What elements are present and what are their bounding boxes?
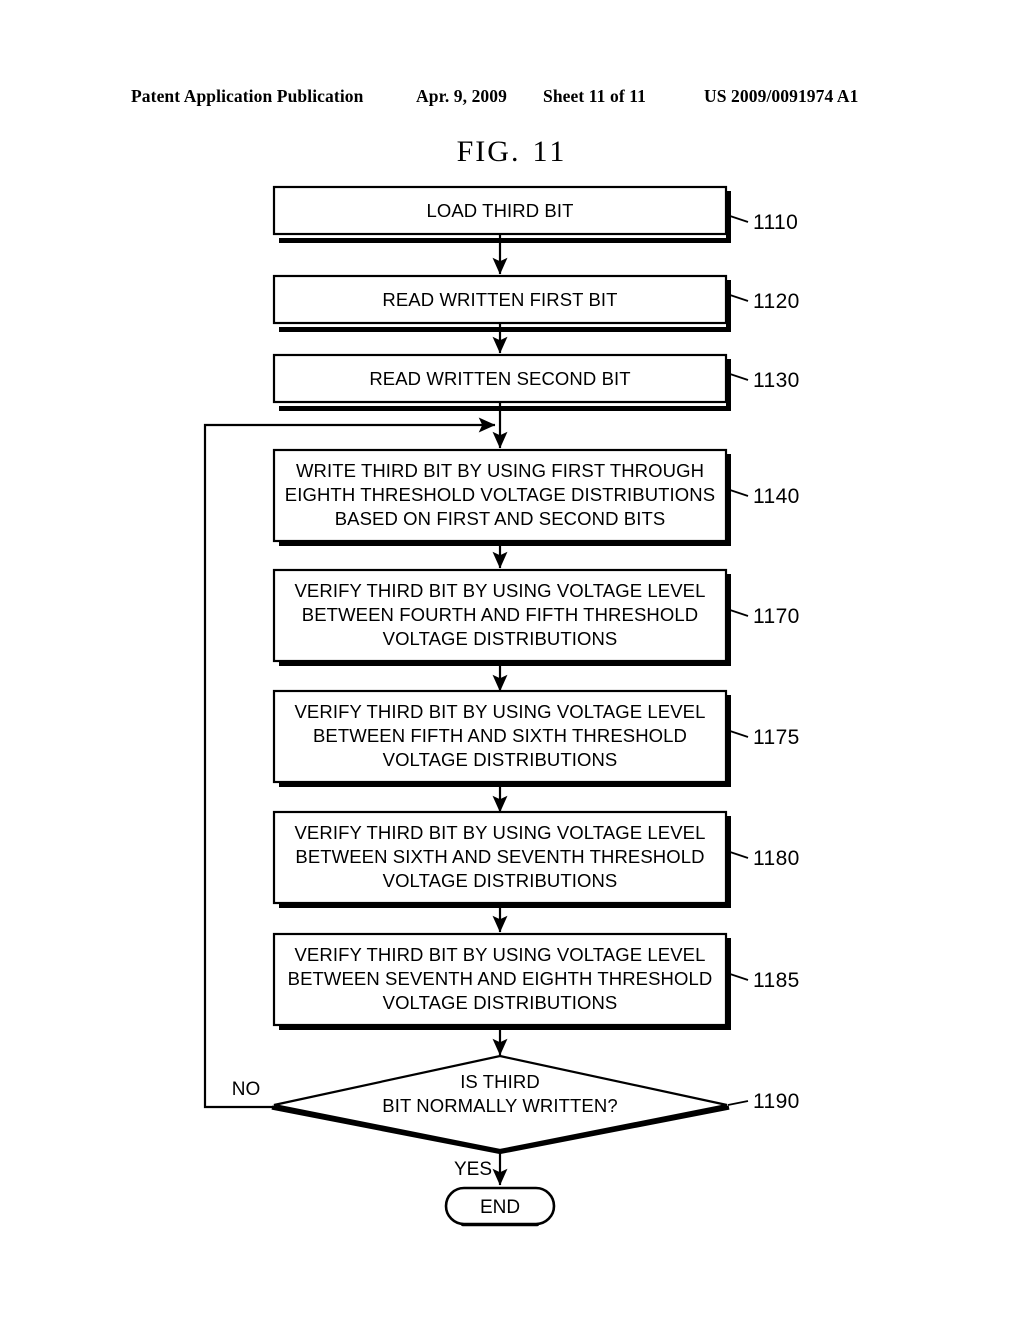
node-1180-line-2: VOLTAGE DISTRIBUTIONS xyxy=(383,870,618,891)
node-1110-line-0: LOAD THIRD BIT xyxy=(426,200,573,221)
node-1120-line-0: READ WRITTEN FIRST BIT xyxy=(382,289,617,310)
flowchart-diagram: LOAD THIRD BIT 1110 READ WRITTEN FIRST B… xyxy=(203,185,800,1227)
node-1170-line-0: VERIFY THIRD BIT BY USING VOLTAGE LEVEL xyxy=(294,580,705,601)
node-1140-line-0: WRITE THIRD BIT BY USING FIRST THROUGH xyxy=(296,460,704,481)
node-1130-shadow xyxy=(279,406,731,411)
node-1180-line-0: VERIFY THIRD BIT BY USING VOLTAGE LEVEL xyxy=(294,822,705,843)
node-1185-line-1: BETWEEN SEVENTH AND EIGHTH THRESHOLD xyxy=(288,968,713,989)
node-1140-line-1: EIGHTH THRESHOLD VOLTAGE DISTRIBUTIONS xyxy=(285,484,715,505)
node-1170-line-1: BETWEEN FOURTH AND FIFTH THRESHOLD xyxy=(302,604,698,625)
node-1190-line-1: BIT NORMALLY WRITTEN? xyxy=(382,1095,617,1116)
node-1120-ref: 1120 xyxy=(753,290,800,313)
node-1110-ref: 1110 xyxy=(753,211,798,234)
node-1140-ref: 1140 xyxy=(753,485,800,508)
node-1110[interactable]: LOAD THIRD BIT 1110 xyxy=(272,185,798,243)
node-1130-ref: 1130 xyxy=(753,369,800,392)
node-1175-line-1: BETWEEN FIFTH AND SIXTH THRESHOLD xyxy=(313,725,687,746)
node-1190[interactable]: IS THIRD BIT NORMALLY WRITTEN? 1190 xyxy=(271,1054,800,1155)
branch-label-no: NO xyxy=(232,1079,261,1100)
node-1185-line-2: VOLTAGE DISTRIBUTIONS xyxy=(383,992,618,1013)
node-1120[interactable]: READ WRITTEN FIRST BIT 1120 xyxy=(272,274,800,332)
node-1190-line-0: IS THIRD xyxy=(460,1071,540,1092)
node-1170[interactable]: VERIFY THIRD BIT BY USING VOLTAGE LEVEL … xyxy=(272,568,800,666)
node-end-label: END xyxy=(480,1197,520,1218)
node-end[interactable]: END xyxy=(444,1186,556,1227)
node-1185-line-0: VERIFY THIRD BIT BY USING VOLTAGE LEVEL xyxy=(294,944,705,965)
node-1180-line-1: BETWEEN SIXTH AND SEVENTH THRESHOLD xyxy=(295,846,704,867)
node-1185-ref: 1185 xyxy=(753,969,800,992)
node-1170-ref: 1170 xyxy=(753,605,800,628)
node-1175-line-0: VERIFY THIRD BIT BY USING VOLTAGE LEVEL xyxy=(294,701,705,722)
node-1140[interactable]: WRITE THIRD BIT BY USING FIRST THROUGH E… xyxy=(272,448,800,546)
node-1175-line-2: VOLTAGE DISTRIBUTIONS xyxy=(383,749,618,770)
branch-label-yes: YES xyxy=(454,1159,492,1180)
node-1190-ref: 1190 xyxy=(753,1090,800,1113)
node-1190-leader xyxy=(727,1100,749,1106)
node-1130-line-0: READ WRITTEN SECOND BIT xyxy=(369,368,630,389)
node-1140-line-2: BASED ON FIRST AND SECOND BITS xyxy=(335,508,666,529)
node-1130[interactable]: READ WRITTEN SECOND BIT 1130 xyxy=(272,353,800,411)
node-1175[interactable]: VERIFY THIRD BIT BY USING VOLTAGE LEVEL … xyxy=(272,689,800,787)
node-1110-shadow xyxy=(279,238,731,243)
node-1170-line-2: VOLTAGE DISTRIBUTIONS xyxy=(383,628,618,649)
node-1120-shadow xyxy=(279,327,731,332)
node-1180-ref: 1180 xyxy=(753,847,800,870)
node-1180[interactable]: VERIFY THIRD BIT BY USING VOLTAGE LEVEL … xyxy=(272,810,800,908)
node-1175-ref: 1175 xyxy=(753,726,800,749)
node-1185[interactable]: VERIFY THIRD BIT BY USING VOLTAGE LEVEL … xyxy=(272,932,800,1030)
